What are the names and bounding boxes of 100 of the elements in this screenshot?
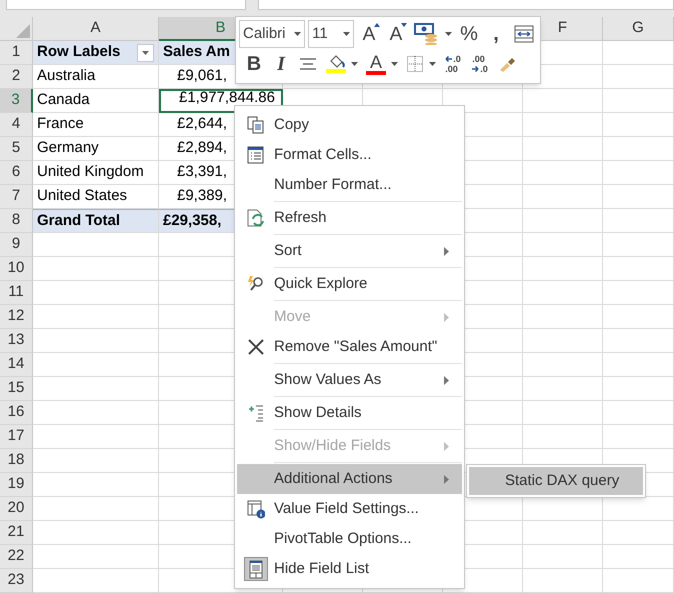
row-header[interactable]: 22 xyxy=(0,545,33,569)
row-header[interactable]: 2 xyxy=(0,65,33,89)
empty-cell[interactable] xyxy=(523,137,603,161)
row-header[interactable]: 16 xyxy=(0,401,33,425)
row-label[interactable]: France xyxy=(37,113,84,136)
empty-cell[interactable] xyxy=(523,281,603,305)
menu-item[interactable]: Show Values As xyxy=(237,365,462,395)
row-header[interactable]: 23 xyxy=(0,569,33,593)
row-header[interactable]: 17 xyxy=(0,425,33,449)
table-cell[interactable]: £2,644, xyxy=(177,113,228,136)
empty-cell[interactable] xyxy=(603,209,674,233)
empty-cell[interactable] xyxy=(603,113,674,137)
empty-cell[interactable] xyxy=(603,161,674,185)
column-header[interactable]: G xyxy=(603,17,674,41)
row-header[interactable]: 5 xyxy=(0,137,33,161)
row-header[interactable]: 8 xyxy=(0,209,33,233)
empty-cell[interactable] xyxy=(523,545,603,569)
empty-cell[interactable] xyxy=(523,401,603,425)
menu-item[interactable]: Hide Field List xyxy=(237,554,462,584)
menu-item[interactable]: Show Details xyxy=(237,398,462,428)
font-color-button[interactable]: A xyxy=(363,50,389,78)
row-header[interactable]: 3 xyxy=(0,89,33,113)
menu-item[interactable]: Quick Explore xyxy=(237,269,462,299)
column-label[interactable]: Row Labels xyxy=(37,41,120,64)
formula-bar[interactable] xyxy=(258,0,674,10)
column-header[interactable]: A xyxy=(33,17,159,41)
empty-cell[interactable] xyxy=(523,425,603,449)
empty-cell[interactable] xyxy=(523,89,603,113)
empty-cell[interactable] xyxy=(603,425,674,449)
row-label[interactable]: Canada xyxy=(37,89,90,112)
empty-cell[interactable] xyxy=(523,377,603,401)
row-label[interactable]: United States xyxy=(37,185,128,208)
empty-cell[interactable] xyxy=(603,137,674,161)
pivot-header-cell[interactable]: Row Labels xyxy=(33,41,159,65)
empty-cell[interactable] xyxy=(523,257,603,281)
empty-cell[interactable] xyxy=(523,305,603,329)
row-header[interactable]: 19 xyxy=(0,473,33,497)
row-header[interactable]: 15 xyxy=(0,377,33,401)
column-label[interactable]: Sales Am xyxy=(163,41,230,64)
row-header[interactable]: 1 xyxy=(0,41,33,65)
menu-item[interactable]: Additional Actions xyxy=(237,464,462,494)
empty-cell[interactable] xyxy=(603,569,674,593)
format-button[interactable]: % xyxy=(457,20,481,48)
empty-cell[interactable] xyxy=(523,185,603,209)
empty-cell[interactable] xyxy=(603,521,674,545)
empty-cell[interactable] xyxy=(523,569,603,593)
menu-item[interactable]: PivotTable Options... xyxy=(237,524,462,554)
font-size-dropdown[interactable]: 11 xyxy=(308,20,354,48)
empty-cell[interactable] xyxy=(603,281,674,305)
empty-cell[interactable] xyxy=(523,161,603,185)
grand-total-cell[interactable]: Grand Total xyxy=(33,209,159,233)
decrease-decimal-button[interactable]: .00 .0 xyxy=(468,50,492,78)
empty-cell[interactable] xyxy=(603,185,674,209)
row-header[interactable]: 13 xyxy=(0,329,33,353)
row-header[interactable]: 10 xyxy=(0,257,33,281)
empty-cell[interactable] xyxy=(603,41,674,65)
filter-dropdown-button[interactable] xyxy=(137,44,154,62)
name-box[interactable] xyxy=(6,0,246,10)
table-cell[interactable]: £9,061, xyxy=(177,65,228,88)
empty-cell[interactable] xyxy=(603,329,674,353)
increase-decimal-button[interactable]: .0 .00 xyxy=(441,50,465,78)
font-name-dropdown[interactable]: Calibri xyxy=(239,20,306,48)
total-label[interactable]: Grand Total xyxy=(37,210,120,232)
table-cell[interactable]: £2,894, xyxy=(177,137,228,160)
row-header[interactable]: 21 xyxy=(0,521,33,545)
empty-cell[interactable] xyxy=(523,329,603,353)
menu-item[interactable]: Value Field Settings... xyxy=(237,494,462,524)
row-label[interactable]: Australia xyxy=(37,65,96,88)
menu-item[interactable]: Copy xyxy=(237,110,462,140)
empty-cell[interactable] xyxy=(603,65,674,89)
row-header[interactable]: 4 xyxy=(0,113,33,137)
empty-cell[interactable] xyxy=(603,401,674,425)
empty-cell[interactable] xyxy=(603,89,674,113)
submenu-item[interactable]: Static DAX query xyxy=(468,466,644,496)
empty-cell[interactable] xyxy=(523,233,603,257)
total-label[interactable]: £29,358, xyxy=(163,210,222,232)
row-label[interactable]: United Kingdom xyxy=(37,161,144,184)
row-header[interactable]: 12 xyxy=(0,305,33,329)
row-header[interactable]: 20 xyxy=(0,497,33,521)
menu-item[interactable]: Sort xyxy=(237,236,462,266)
empty-cell[interactable] xyxy=(523,113,603,137)
empty-cell[interactable] xyxy=(603,257,674,281)
empty-cell[interactable] xyxy=(603,353,674,377)
grow-font-button[interactable]: A xyxy=(357,20,381,48)
row-header[interactable]: 9 xyxy=(0,233,33,257)
row-label[interactable]: Germany xyxy=(37,137,99,160)
empty-cell[interactable] xyxy=(603,377,674,401)
row-header[interactable]: 7 xyxy=(0,185,33,209)
menu-item[interactable]: Remove "Sales Amount" xyxy=(237,332,462,362)
format-button[interactable]: , xyxy=(484,20,508,48)
row-header[interactable]: 6 xyxy=(0,161,33,185)
empty-cell[interactable] xyxy=(603,305,674,329)
table-cell[interactable]: £3,391, xyxy=(177,161,228,184)
menu-item[interactable]: Number Format... xyxy=(237,170,462,200)
empty-cell[interactable] xyxy=(523,353,603,377)
row-header[interactable]: 11 xyxy=(0,281,33,305)
shrink-font-button[interactable]: A xyxy=(384,20,408,48)
empty-cell[interactable] xyxy=(603,545,674,569)
empty-cell[interactable] xyxy=(603,233,674,257)
empty-cell[interactable] xyxy=(523,521,603,545)
